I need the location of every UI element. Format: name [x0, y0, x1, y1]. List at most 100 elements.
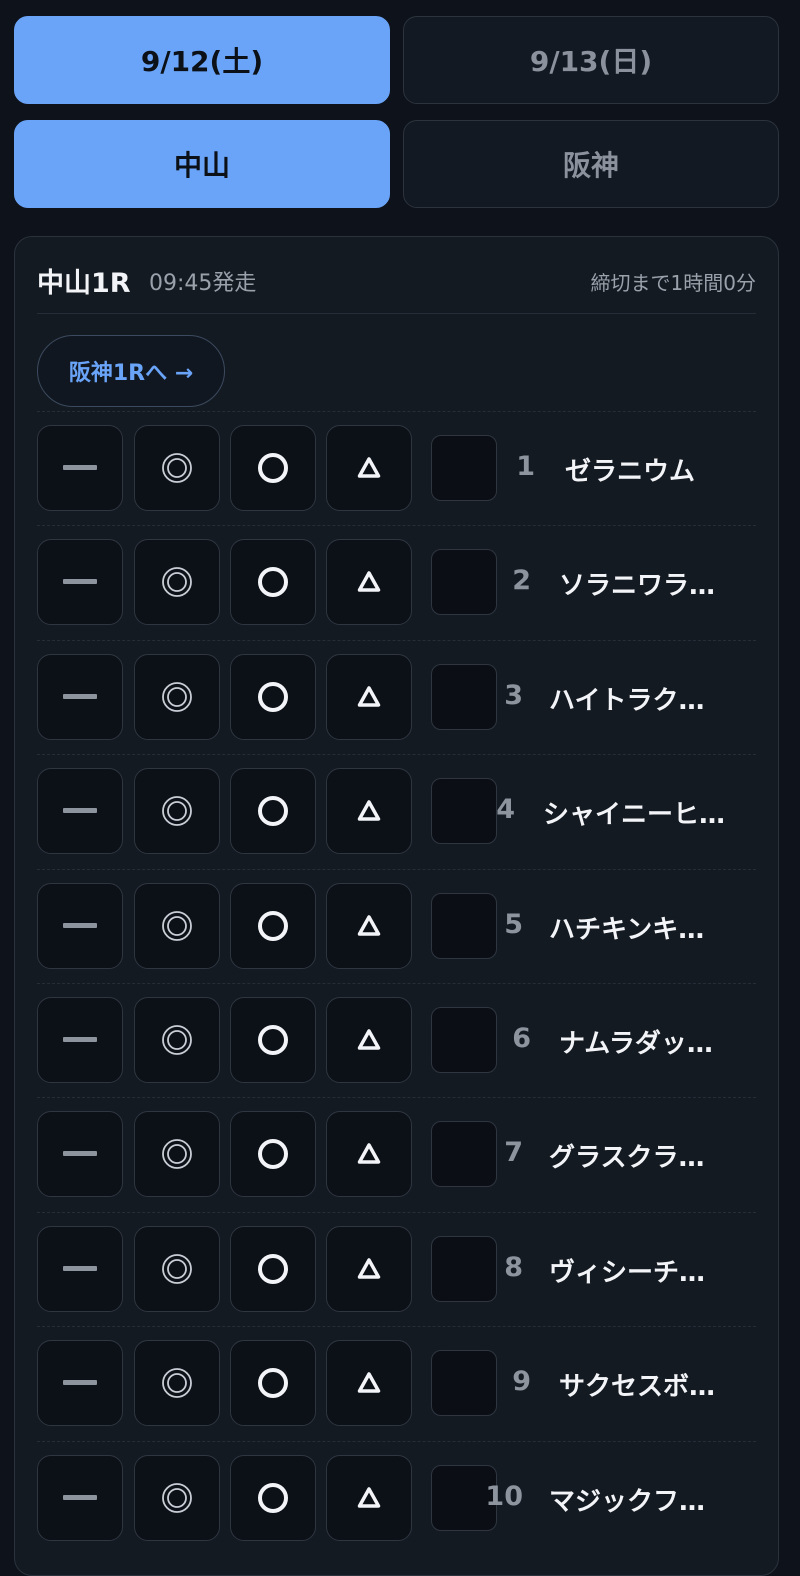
row-divider [37, 1440, 756, 1442]
double-circle-icon [161, 681, 193, 713]
double-circle-icon [161, 795, 193, 827]
mark-button-circle[interactable] [230, 539, 316, 626]
mark-button-double-circle[interactable] [134, 997, 220, 1083]
horse-number: 9 [512, 1366, 531, 1398]
row-divider [37, 1097, 756, 1099]
mark-button-circle[interactable] [230, 768, 316, 855]
row-divider [37, 754, 756, 756]
circle-icon [257, 1253, 289, 1285]
circle-icon [257, 1024, 289, 1056]
date-tab-sun[interactable]: 9/13(日) [403, 16, 779, 104]
mark-button-double-circle[interactable] [134, 1340, 220, 1427]
double-circle-icon [161, 1367, 193, 1399]
triangle-icon [356, 1256, 382, 1282]
mark-button-triangle[interactable] [326, 539, 412, 626]
mark-button-dash[interactable] [37, 1225, 123, 1312]
mark-button-triangle[interactable] [326, 425, 412, 511]
horse-checkbox[interactable] [431, 435, 497, 501]
mark-button-circle[interactable] [230, 1225, 316, 1312]
mark-button-dash[interactable] [37, 1111, 123, 1198]
date-tab-label: 9/12(土) [140, 45, 264, 78]
mark-button-double-circle[interactable] [134, 539, 220, 626]
horse-name: ナムラダッ… [559, 1029, 713, 1059]
race-card: 中山1R 09:45発走 締切まで1時間0分 阪神1Rへ → 1 ゼラニウム 2 ソラ… [14, 236, 779, 1576]
venue-tab-hanshin[interactable]: 阪神 [403, 120, 779, 208]
horse-name: サクセスボ… [559, 1372, 716, 1403]
mark-button-circle[interactable] [230, 1111, 316, 1198]
mark-button-double-circle[interactable] [134, 653, 220, 740]
dash-icon [63, 1150, 97, 1158]
mark-button-triangle[interactable] [326, 653, 412, 740]
mark-button-triangle[interactable] [326, 1340, 412, 1427]
date-tab-sat[interactable]: 9/12(土) [14, 16, 390, 104]
mark-button-double-circle[interactable] [134, 882, 220, 969]
mark-button-triangle[interactable] [326, 768, 412, 855]
venue-tab-label: 阪神 [562, 149, 619, 182]
double-circle-icon [161, 1253, 193, 1285]
horse-number: 1 [516, 451, 535, 482]
horse-name: マジックフ… [549, 1486, 706, 1517]
mark-button-double-circle[interactable] [134, 1111, 220, 1198]
double-circle-icon [161, 452, 193, 484]
horse-number: 5 [504, 908, 523, 940]
mark-button-triangle[interactable] [326, 1111, 412, 1198]
mark-button-double-circle[interactable] [134, 425, 220, 511]
horse-number: 4 [496, 794, 515, 826]
row-divider [37, 1326, 756, 1328]
mark-button-dash[interactable] [37, 653, 123, 740]
dash-icon [63, 1494, 97, 1502]
venue-tab-nakayama[interactable]: 中山 [14, 120, 390, 208]
double-circle-icon [161, 1024, 193, 1056]
next-race-button[interactable]: 阪神1Rへ → [37, 335, 225, 407]
mark-button-circle[interactable] [230, 653, 316, 740]
mark-button-dash[interactable] [37, 1454, 123, 1541]
next-race-label: 阪神1Rへ → [68, 361, 194, 386]
triangle-icon [356, 913, 382, 939]
horse-number: 6 [512, 1023, 531, 1054]
mark-button-dash[interactable] [37, 425, 123, 511]
mark-button-double-circle[interactable] [134, 1225, 220, 1312]
horse-number: 8 [504, 1251, 523, 1283]
mark-button-triangle[interactable] [326, 997, 412, 1083]
mark-button-circle[interactable] [230, 997, 316, 1083]
mark-button-dash[interactable] [37, 768, 123, 855]
mark-button-circle[interactable] [230, 1340, 316, 1427]
race-title: 中山1R [37, 268, 131, 299]
mark-button-dash[interactable] [37, 997, 123, 1083]
mark-button-triangle[interactable] [326, 1454, 412, 1541]
mark-button-double-circle[interactable] [134, 1454, 220, 1541]
horse-name: グラスクラ… [549, 1143, 705, 1174]
mark-button-circle[interactable] [230, 882, 316, 969]
mark-button-dash[interactable] [37, 882, 123, 969]
double-circle-icon [161, 1138, 193, 1170]
triangle-icon [356, 1370, 382, 1396]
date-tab-label: 9/13(日) [529, 45, 653, 78]
dash-icon [63, 1036, 97, 1044]
dash-icon [63, 807, 97, 815]
mark-button-dash[interactable] [37, 1340, 123, 1427]
deadline-countdown: 締切まで1時間0分 [590, 271, 756, 295]
row-divider [37, 525, 756, 527]
row-divider [37, 1211, 756, 1213]
double-circle-icon [161, 1482, 193, 1514]
horse-name: ソラニワラ… [559, 571, 716, 602]
mark-button-dash[interactable] [37, 539, 123, 626]
mark-button-triangle[interactable] [326, 882, 412, 969]
triangle-icon [356, 1485, 382, 1511]
triangle-icon [356, 455, 382, 481]
horse-number: 7 [504, 1137, 523, 1169]
horse-number: 3 [504, 679, 523, 711]
circle-icon [257, 1138, 289, 1170]
horse-name: シャイニーヒ… [543, 800, 726, 831]
mark-button-circle[interactable] [230, 1454, 316, 1541]
mark-button-triangle[interactable] [326, 1225, 412, 1312]
row-divider [37, 983, 756, 984]
race-header: 中山1R 09:45発走 締切まで1時間0分 [37, 237, 756, 314]
dash-icon [63, 922, 97, 930]
horse-number: 2 [512, 565, 531, 597]
mark-button-circle[interactable] [230, 425, 316, 511]
row-divider [37, 639, 756, 641]
horse-name: ハイトラク… [549, 685, 705, 716]
mark-button-double-circle[interactable] [134, 768, 220, 855]
venue-tab-label: 中山 [173, 149, 230, 182]
